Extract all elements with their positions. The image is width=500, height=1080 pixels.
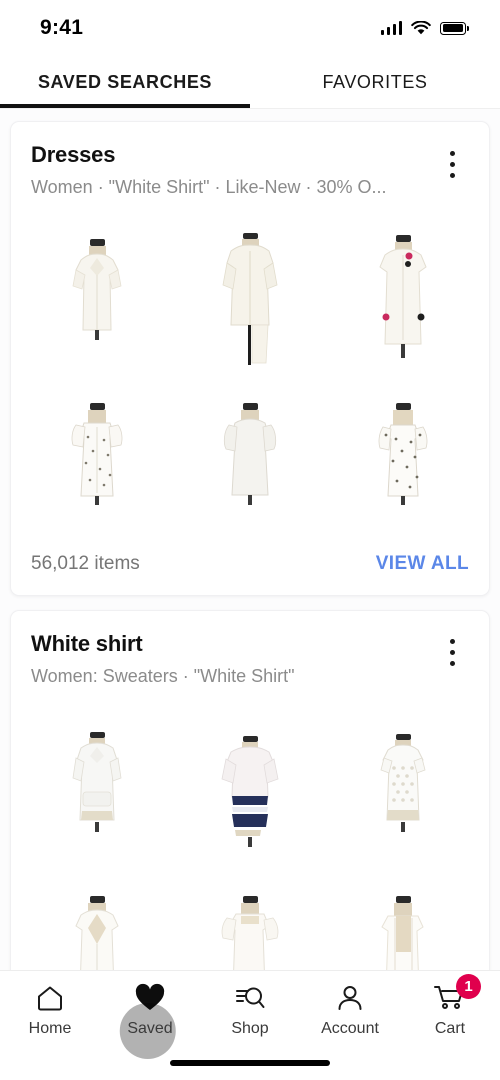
bottom-navigation-bar: Home Saved Shop Account 1 Cart <box>0 970 500 1080</box>
home-indicator[interactable] <box>170 1060 330 1066</box>
wifi-icon <box>411 20 431 34</box>
nav-item-shop[interactable]: Shop <box>200 983 300 1038</box>
cart-badge: 1 <box>456 974 481 999</box>
status-bar: 9:41 <box>0 0 500 56</box>
search-filter-icon <box>234 983 266 1013</box>
tab-saved-searches-label: SAVED SEARCHES <box>37 71 213 92</box>
card-subtitle: Women · "White Shirt" · Like-New · 30% O… <box>31 177 387 198</box>
product-thumbnail[interactable] <box>326 214 479 375</box>
product-thumbnail[interactable] <box>173 703 327 864</box>
card-subtitle: Women: Sweaters · "White Shirt" <box>31 666 295 687</box>
person-icon <box>335 983 365 1013</box>
battery-full-icon <box>440 21 469 35</box>
nav-item-shop-label: Shop <box>231 1020 269 1037</box>
nav-item-cart[interactable]: 1 Cart <box>400 974 500 1038</box>
product-thumbnail[interactable] <box>21 214 174 375</box>
kebab-menu-icon[interactable] <box>435 633 469 673</box>
card-title: White shirt <box>31 630 143 656</box>
nav-item-saved-label: Saved <box>127 1020 173 1037</box>
saved-searches-list[interactable]: Dresses Women · "White Shirt" · Like-New… <box>0 109 500 1080</box>
tab-favorites[interactable]: FAVORITES <box>250 56 500 108</box>
tab-saved-searches[interactable]: SAVED SEARCHES <box>0 56 250 108</box>
card-title: Dresses <box>31 142 116 167</box>
shopping-cart-icon: 1 <box>433 974 481 1013</box>
card-header: White shirt Women: Sweaters · "White Shi… <box>11 611 489 698</box>
product-grid <box>11 209 489 535</box>
product-thumbnail[interactable] <box>326 374 479 535</box>
nav-item-home-label: Home <box>28 1020 72 1037</box>
tab-bar: SAVED SEARCHES FAVORITES <box>0 56 500 108</box>
nav-item-cart-label: Cart <box>434 1020 466 1037</box>
card-header: Dresses Women · "White Shirt" · Like-New… <box>11 122 489 209</box>
view-all-button[interactable]: VIEW ALL <box>376 553 469 575</box>
card-footer: 56,012 items VIEW ALL <box>11 535 489 595</box>
card-title-block: Dresses Women · "White Shirt" · Like-New… <box>31 142 435 199</box>
tab-favorites-label: FAVORITES <box>322 71 428 92</box>
status-icons <box>380 20 469 36</box>
nav-item-saved[interactable]: Saved <box>100 983 200 1059</box>
nav-item-home[interactable]: Home <box>0 983 100 1038</box>
home-icon <box>35 983 65 1013</box>
product-thumbnail[interactable] <box>21 374 174 535</box>
saved-search-card[interactable]: Dresses Women · "White Shirt" · Like-New… <box>10 121 490 596</box>
card-title-block: White shirt Women: Sweaters · "White Shi… <box>31 631 435 688</box>
product-thumbnail[interactable] <box>21 703 174 864</box>
kebab-menu-icon[interactable] <box>435 144 469 184</box>
product-thumbnail[interactable] <box>326 703 479 864</box>
status-time: 9:41 <box>40 16 84 39</box>
nav-item-account-label: Account <box>321 1020 379 1037</box>
items-count: 56,012 items <box>31 552 140 574</box>
product-thumbnail[interactable] <box>173 374 327 535</box>
cellular-signal-icon <box>380 21 402 35</box>
saved-search-card[interactable]: White shirt Women: Sweaters · "White Shi… <box>10 609 490 1025</box>
product-thumbnail[interactable] <box>173 214 327 375</box>
nav-item-account[interactable]: Account <box>300 983 400 1038</box>
